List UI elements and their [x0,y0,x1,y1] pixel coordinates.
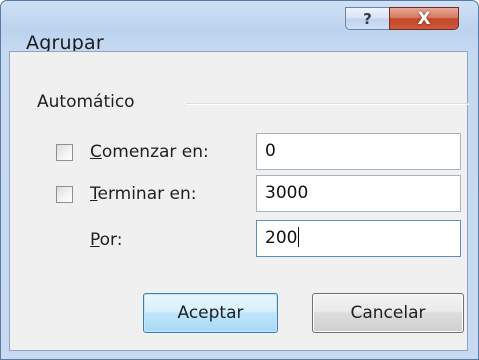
comenzar-en-value: 0 [265,141,276,161]
terminar-en-label[interactable]: Terminar en: [90,184,196,204]
por-accesskey: P [90,230,100,250]
comenzar-en-label-text: omenzar en: [101,142,209,162]
close-icon: X [417,8,431,29]
caption-buttons: ? X [345,7,459,30]
terminar-en-input[interactable]: 3000 [256,175,461,212]
dialog-body: Automático Comenzar en: 0 Terminar en: 3… [9,51,469,351]
terminar-en-label-text: erminar en: [97,184,197,204]
terminar-en-accesskey: T [90,184,98,204]
por-label: Por: [90,230,122,250]
comenzar-en-label[interactable]: Comenzar en: [90,142,209,162]
help-icon: ? [363,9,372,28]
terminar-en-value: 3000 [265,183,309,203]
title-bar[interactable]: Agrupar ? X [1,1,478,54]
comenzar-en-accesskey: C [90,142,102,162]
group-title-automatico: Automático [37,92,135,112]
por-value: 200 [265,228,298,248]
text-caret [298,227,300,247]
dialog-window: Agrupar ? X Automático Comenzar en: 0 Te… [0,0,479,360]
close-button[interactable]: X [389,7,459,30]
cancelar-button[interactable]: Cancelar [312,293,464,333]
group-divider [186,103,469,105]
help-button[interactable]: ? [345,7,389,30]
por-input[interactable]: 200 [256,220,461,257]
terminar-en-checkbox[interactable] [56,186,73,203]
por-label-text: or: [99,230,123,250]
comenzar-en-input[interactable]: 0 [256,133,461,170]
aceptar-button[interactable]: Aceptar [143,293,278,333]
comenzar-en-checkbox[interactable] [56,144,73,161]
